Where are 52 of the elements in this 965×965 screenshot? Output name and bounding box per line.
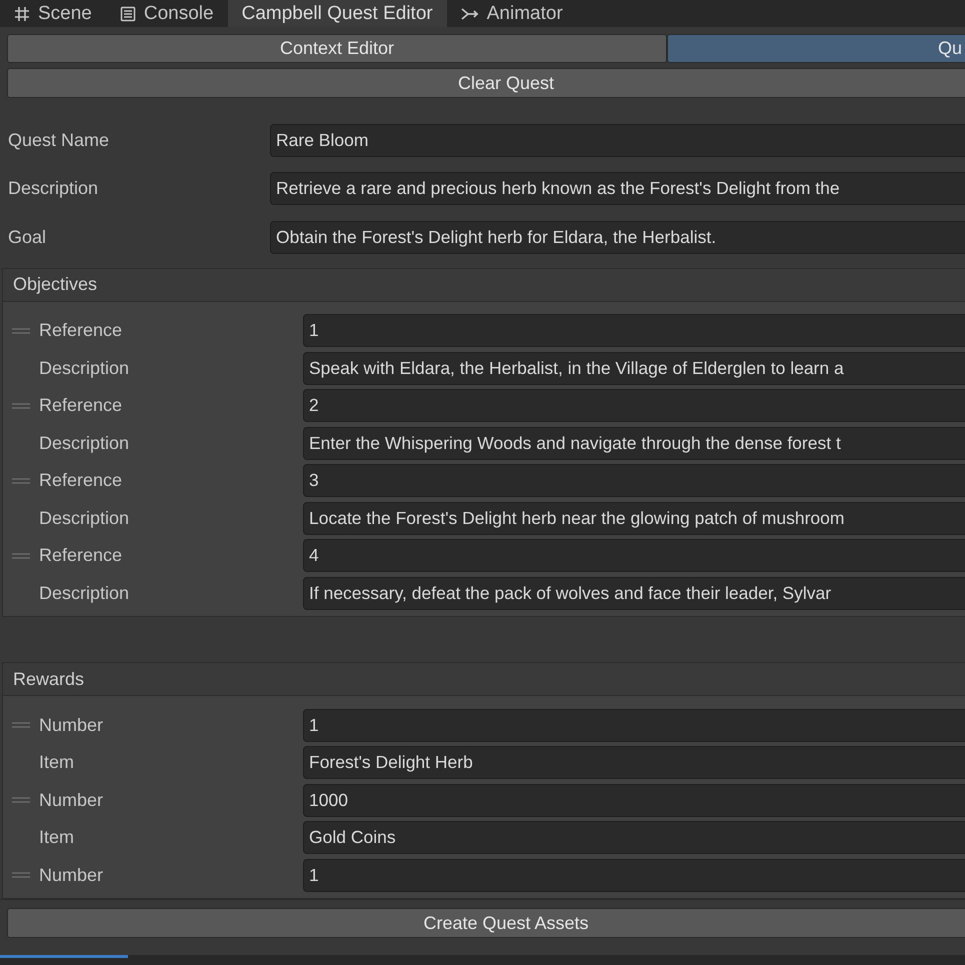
input-field[interactable]: Locate the Forest's Delight herb near the glowing patch of mushroom xyxy=(303,502,965,535)
field-label: Number xyxy=(39,790,104,811)
editor-tab[interactable]: Animator xyxy=(446,0,577,27)
input-field[interactable]: 2 xyxy=(303,389,965,422)
toolbar-button[interactable]: Context Editor xyxy=(7,34,667,63)
field-label: Reference xyxy=(39,320,122,342)
input-field[interactable]: Enter the Whispering Woods and navigate through the dense forest t xyxy=(303,426,965,460)
input-field[interactable]: 4 xyxy=(303,539,965,572)
branch-icon xyxy=(460,6,479,22)
field-label: Description xyxy=(39,508,130,529)
list-icon xyxy=(120,6,136,22)
field-label: Quest Name xyxy=(8,130,110,151)
field-label: Description xyxy=(8,178,98,200)
field-label: Item xyxy=(39,752,74,774)
input-field[interactable]: 1 xyxy=(303,858,965,892)
editor-tab[interactable]: Campbell Quest Editor xyxy=(228,0,447,27)
input-field[interactable]: Forest's Delight Herb xyxy=(303,746,965,780)
drag-handle-icon[interactable] xyxy=(12,552,30,559)
input-field[interactable]: 1000 xyxy=(303,784,965,817)
field-label: Goal xyxy=(8,227,46,248)
input-field[interactable]: Speak with Eldara, the Herbalist, in the Village of Elderglen to learn a xyxy=(303,352,965,385)
panel-header[interactable]: Rewards xyxy=(3,663,965,696)
field-label: Item xyxy=(39,827,74,848)
field-label: Description xyxy=(39,358,130,379)
field-label: Description xyxy=(39,582,130,604)
input-field[interactable]: Retrieve a rare and precious herb known as the Forest's Delight from the xyxy=(270,172,965,206)
field-label: Reference xyxy=(39,470,122,492)
input-field[interactable]: Rare Bloom xyxy=(270,124,965,157)
field-label: Description xyxy=(39,432,130,454)
drag-handle-icon[interactable] xyxy=(12,797,30,804)
drag-handle-icon[interactable] xyxy=(12,722,30,728)
drag-handle-icon[interactable] xyxy=(12,328,30,334)
create-quest-assets-button[interactable]: Create Quest Assets xyxy=(7,908,965,938)
drag-handle-icon[interactable] xyxy=(12,872,30,878)
editor-tab[interactable]: Scene xyxy=(0,0,106,27)
input-field[interactable]: If necessary, defeat the pack of wolves and face their leader, Sylvar xyxy=(303,576,965,610)
clear-quest-button[interactable]: Clear Quest xyxy=(7,68,965,98)
input-field[interactable]: Obtain the Forest's Delight herb for Eldara, the Herbalist. xyxy=(270,221,965,254)
panel-header[interactable]: Objectives xyxy=(3,268,965,302)
drag-handle-icon[interactable] xyxy=(12,402,30,409)
input-field[interactable]: 3 xyxy=(303,464,965,498)
hash-icon xyxy=(14,6,30,22)
input-field[interactable]: 1 xyxy=(303,708,965,742)
input-field[interactable]: 1 xyxy=(303,314,965,348)
toolbar-button[interactable]: Qu xyxy=(667,34,965,63)
input-field[interactable]: Gold Coins xyxy=(303,821,965,854)
field-label: Reference xyxy=(39,395,122,416)
editor-tab[interactable]: Console xyxy=(106,0,228,27)
field-label: Number xyxy=(39,864,104,886)
field-label: Number xyxy=(39,714,104,736)
field-label: Reference xyxy=(39,545,122,566)
drag-handle-icon[interactable] xyxy=(12,478,30,484)
